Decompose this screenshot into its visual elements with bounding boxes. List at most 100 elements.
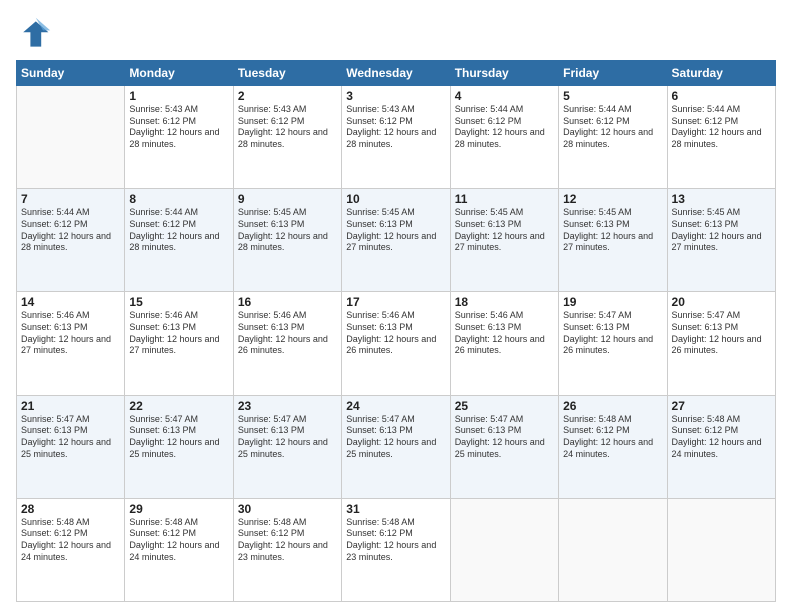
weekday-header-friday: Friday <box>559 61 667 86</box>
cell-info: Sunrise: 5:44 AMSunset: 6:12 PMDaylight:… <box>455 104 554 151</box>
calendar-cell: 19Sunrise: 5:47 AMSunset: 6:13 PMDayligh… <box>559 292 667 395</box>
cell-info: Sunrise: 5:43 AMSunset: 6:12 PMDaylight:… <box>129 104 228 151</box>
week-row-4: 28Sunrise: 5:48 AMSunset: 6:12 PMDayligh… <box>17 498 776 601</box>
week-row-0: 1Sunrise: 5:43 AMSunset: 6:12 PMDaylight… <box>17 86 776 189</box>
cell-info: Sunrise: 5:47 AMSunset: 6:13 PMDaylight:… <box>346 414 445 461</box>
calendar-cell: 26Sunrise: 5:48 AMSunset: 6:12 PMDayligh… <box>559 395 667 498</box>
weekday-header-sunday: Sunday <box>17 61 125 86</box>
day-number: 27 <box>672 399 771 413</box>
day-number: 21 <box>21 399 120 413</box>
cell-info: Sunrise: 5:48 AMSunset: 6:12 PMDaylight:… <box>21 517 120 564</box>
calendar-cell: 25Sunrise: 5:47 AMSunset: 6:13 PMDayligh… <box>450 395 558 498</box>
header <box>16 16 776 52</box>
cell-info: Sunrise: 5:48 AMSunset: 6:12 PMDaylight:… <box>563 414 662 461</box>
calendar-cell: 5Sunrise: 5:44 AMSunset: 6:12 PMDaylight… <box>559 86 667 189</box>
day-number: 15 <box>129 295 228 309</box>
cell-info: Sunrise: 5:44 AMSunset: 6:12 PMDaylight:… <box>21 207 120 254</box>
day-number: 20 <box>672 295 771 309</box>
day-number: 23 <box>238 399 337 413</box>
calendar-cell: 20Sunrise: 5:47 AMSunset: 6:13 PMDayligh… <box>667 292 775 395</box>
day-number: 6 <box>672 89 771 103</box>
calendar-cell: 22Sunrise: 5:47 AMSunset: 6:13 PMDayligh… <box>125 395 233 498</box>
cell-info: Sunrise: 5:45 AMSunset: 6:13 PMDaylight:… <box>563 207 662 254</box>
cell-info: Sunrise: 5:46 AMSunset: 6:13 PMDaylight:… <box>455 310 554 357</box>
cell-info: Sunrise: 5:47 AMSunset: 6:13 PMDaylight:… <box>129 414 228 461</box>
cell-info: Sunrise: 5:46 AMSunset: 6:13 PMDaylight:… <box>346 310 445 357</box>
week-row-3: 21Sunrise: 5:47 AMSunset: 6:13 PMDayligh… <box>17 395 776 498</box>
cell-info: Sunrise: 5:47 AMSunset: 6:13 PMDaylight:… <box>672 310 771 357</box>
day-number: 8 <box>129 192 228 206</box>
calendar-cell <box>667 498 775 601</box>
cell-info: Sunrise: 5:45 AMSunset: 6:13 PMDaylight:… <box>346 207 445 254</box>
day-number: 10 <box>346 192 445 206</box>
day-number: 1 <box>129 89 228 103</box>
logo-icon <box>16 16 52 52</box>
cell-info: Sunrise: 5:46 AMSunset: 6:13 PMDaylight:… <box>21 310 120 357</box>
day-number: 22 <box>129 399 228 413</box>
calendar-table: SundayMondayTuesdayWednesdayThursdayFrid… <box>16 60 776 602</box>
cell-info: Sunrise: 5:48 AMSunset: 6:12 PMDaylight:… <box>672 414 771 461</box>
day-number: 12 <box>563 192 662 206</box>
calendar-cell: 10Sunrise: 5:45 AMSunset: 6:13 PMDayligh… <box>342 189 450 292</box>
day-number: 4 <box>455 89 554 103</box>
calendar-cell: 9Sunrise: 5:45 AMSunset: 6:13 PMDaylight… <box>233 189 341 292</box>
cell-info: Sunrise: 5:45 AMSunset: 6:13 PMDaylight:… <box>672 207 771 254</box>
cell-info: Sunrise: 5:43 AMSunset: 6:12 PMDaylight:… <box>346 104 445 151</box>
cell-info: Sunrise: 5:45 AMSunset: 6:13 PMDaylight:… <box>455 207 554 254</box>
day-number: 7 <box>21 192 120 206</box>
day-number: 9 <box>238 192 337 206</box>
calendar-cell: 6Sunrise: 5:44 AMSunset: 6:12 PMDaylight… <box>667 86 775 189</box>
day-number: 13 <box>672 192 771 206</box>
calendar-cell: 15Sunrise: 5:46 AMSunset: 6:13 PMDayligh… <box>125 292 233 395</box>
day-number: 11 <box>455 192 554 206</box>
day-number: 25 <box>455 399 554 413</box>
cell-info: Sunrise: 5:48 AMSunset: 6:12 PMDaylight:… <box>238 517 337 564</box>
cell-info: Sunrise: 5:48 AMSunset: 6:12 PMDaylight:… <box>129 517 228 564</box>
calendar-cell <box>559 498 667 601</box>
cell-info: Sunrise: 5:47 AMSunset: 6:13 PMDaylight:… <box>21 414 120 461</box>
day-number: 14 <box>21 295 120 309</box>
cell-info: Sunrise: 5:44 AMSunset: 6:12 PMDaylight:… <box>672 104 771 151</box>
weekday-header-thursday: Thursday <box>450 61 558 86</box>
weekday-header-saturday: Saturday <box>667 61 775 86</box>
calendar-cell: 8Sunrise: 5:44 AMSunset: 6:12 PMDaylight… <box>125 189 233 292</box>
calendar-cell: 28Sunrise: 5:48 AMSunset: 6:12 PMDayligh… <box>17 498 125 601</box>
calendar-cell: 27Sunrise: 5:48 AMSunset: 6:12 PMDayligh… <box>667 395 775 498</box>
cell-info: Sunrise: 5:47 AMSunset: 6:13 PMDaylight:… <box>238 414 337 461</box>
calendar-cell: 16Sunrise: 5:46 AMSunset: 6:13 PMDayligh… <box>233 292 341 395</box>
day-number: 2 <box>238 89 337 103</box>
cell-info: Sunrise: 5:43 AMSunset: 6:12 PMDaylight:… <box>238 104 337 151</box>
calendar-cell: 23Sunrise: 5:47 AMSunset: 6:13 PMDayligh… <box>233 395 341 498</box>
day-number: 26 <box>563 399 662 413</box>
cell-info: Sunrise: 5:47 AMSunset: 6:13 PMDaylight:… <box>563 310 662 357</box>
weekday-header-tuesday: Tuesday <box>233 61 341 86</box>
day-number: 19 <box>563 295 662 309</box>
calendar-cell: 21Sunrise: 5:47 AMSunset: 6:13 PMDayligh… <box>17 395 125 498</box>
weekday-header-monday: Monday <box>125 61 233 86</box>
calendar-cell: 12Sunrise: 5:45 AMSunset: 6:13 PMDayligh… <box>559 189 667 292</box>
day-number: 30 <box>238 502 337 516</box>
calendar-cell: 31Sunrise: 5:48 AMSunset: 6:12 PMDayligh… <box>342 498 450 601</box>
cell-info: Sunrise: 5:48 AMSunset: 6:12 PMDaylight:… <box>346 517 445 564</box>
day-number: 3 <box>346 89 445 103</box>
calendar-cell: 1Sunrise: 5:43 AMSunset: 6:12 PMDaylight… <box>125 86 233 189</box>
logo <box>16 16 56 52</box>
calendar-cell: 14Sunrise: 5:46 AMSunset: 6:13 PMDayligh… <box>17 292 125 395</box>
cell-info: Sunrise: 5:44 AMSunset: 6:12 PMDaylight:… <box>129 207 228 254</box>
weekday-header-row: SundayMondayTuesdayWednesdayThursdayFrid… <box>17 61 776 86</box>
calendar-cell: 7Sunrise: 5:44 AMSunset: 6:12 PMDaylight… <box>17 189 125 292</box>
cell-info: Sunrise: 5:46 AMSunset: 6:13 PMDaylight:… <box>129 310 228 357</box>
day-number: 17 <box>346 295 445 309</box>
day-number: 24 <box>346 399 445 413</box>
calendar-cell: 29Sunrise: 5:48 AMSunset: 6:12 PMDayligh… <box>125 498 233 601</box>
calendar-cell: 17Sunrise: 5:46 AMSunset: 6:13 PMDayligh… <box>342 292 450 395</box>
cell-info: Sunrise: 5:45 AMSunset: 6:13 PMDaylight:… <box>238 207 337 254</box>
day-number: 28 <box>21 502 120 516</box>
calendar-cell <box>17 86 125 189</box>
week-row-1: 7Sunrise: 5:44 AMSunset: 6:12 PMDaylight… <box>17 189 776 292</box>
calendar-cell: 2Sunrise: 5:43 AMSunset: 6:12 PMDaylight… <box>233 86 341 189</box>
cell-info: Sunrise: 5:44 AMSunset: 6:12 PMDaylight:… <box>563 104 662 151</box>
calendar-cell: 30Sunrise: 5:48 AMSunset: 6:12 PMDayligh… <box>233 498 341 601</box>
calendar-cell: 18Sunrise: 5:46 AMSunset: 6:13 PMDayligh… <box>450 292 558 395</box>
calendar-cell: 4Sunrise: 5:44 AMSunset: 6:12 PMDaylight… <box>450 86 558 189</box>
